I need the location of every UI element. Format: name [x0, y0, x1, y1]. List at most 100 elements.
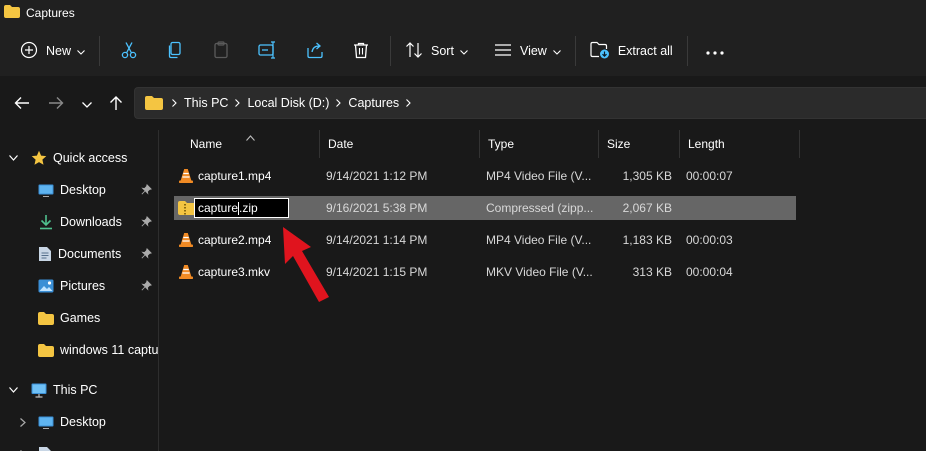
chevron-down-icon — [9, 155, 18, 161]
breadcrumb-local-disk[interactable]: Local Disk (D:) — [247, 96, 329, 110]
new-label: New — [46, 44, 72, 58]
sidebar-item-desktop[interactable]: Desktop — [0, 178, 159, 202]
sidebar-item-windows-11-captures[interactable]: windows 11 captu — [0, 338, 159, 362]
chevron-down-icon — [82, 97, 92, 111]
vlc-icon — [178, 164, 194, 188]
cut-button[interactable] — [106, 33, 152, 69]
file-date: 9/16/2021 5:38 PM — [326, 201, 428, 215]
file-type: MKV Video File (V... — [486, 265, 593, 279]
extract-folder-icon — [590, 41, 610, 62]
sidebar-item-this-pc-desktop[interactable]: Desktop — [0, 410, 159, 434]
chevron-right-icon — [336, 99, 342, 107]
share-icon — [306, 41, 324, 62]
desktop-icon — [38, 184, 54, 197]
copy-icon — [166, 41, 184, 62]
vlc-icon — [178, 260, 194, 284]
file-name: capture1.mp4 — [198, 169, 272, 183]
desktop-icon — [38, 416, 54, 429]
view-lines-icon — [494, 43, 512, 60]
sort-label: Sort — [431, 44, 454, 58]
sidebar-item-partial[interactable] — [0, 442, 159, 451]
column-header-type[interactable]: Type — [480, 130, 599, 158]
file-type: MP4 Video File (V... — [486, 169, 592, 183]
plus-circle-icon — [20, 41, 38, 62]
share-button[interactable] — [292, 33, 338, 69]
folder-icon — [4, 5, 20, 21]
sidebar-item-label: Desktop — [60, 415, 106, 429]
view-button[interactable]: View — [486, 33, 569, 69]
arrow-right-icon — [48, 96, 64, 113]
sort-ascending-icon — [246, 130, 255, 144]
delete-button[interactable] — [338, 33, 384, 69]
star-icon — [31, 150, 47, 166]
address-bar[interactable]: This PC Local Disk (D:) Captures — [134, 87, 926, 119]
file-size: 313 KB — [632, 265, 672, 279]
address-row: This PC Local Disk (D:) Captures — [0, 76, 926, 130]
back-button[interactable] — [12, 94, 32, 114]
window-title: Captures — [26, 6, 75, 20]
sidebar-item-label: This PC — [53, 383, 98, 397]
sidebar-item-games[interactable]: Games — [0, 306, 159, 330]
toolbar-divider — [390, 36, 392, 66]
arrow-up-icon — [109, 95, 123, 114]
sidebar-item-downloads[interactable]: Downloads — [0, 210, 159, 234]
file-row-capture2[interactable]: capture2.mp4 9/14/2021 1:14 PM MP4 Video… — [174, 228, 796, 252]
sidebar-item-pictures[interactable]: Pictures — [0, 274, 159, 298]
paste-icon — [212, 40, 230, 62]
chevron-right-icon — [172, 99, 177, 107]
sidebar-item-documents[interactable]: Documents — [0, 242, 159, 266]
new-button[interactable]: New — [12, 33, 93, 69]
chevron-down-icon — [9, 387, 18, 393]
recent-locations-button[interactable] — [77, 94, 97, 114]
breadcrumb-captures[interactable]: Captures — [348, 96, 399, 110]
file-row-capture1[interactable]: capture1.mp4 9/14/2021 1:12 PM MP4 Video… — [174, 164, 796, 188]
toolbar-divider — [99, 36, 101, 66]
file-name: capture3.mkv — [198, 265, 271, 279]
sidebar-item-quick-access[interactable]: Quick access — [0, 146, 159, 170]
chevron-down-icon — [77, 44, 85, 58]
documents-icon — [38, 246, 52, 262]
file-date: 9/14/2021 1:12 PM — [326, 169, 428, 183]
sidebar-item-label: Downloads — [60, 215, 122, 229]
toolbar-divider — [686, 36, 688, 66]
download-icon — [38, 214, 54, 230]
breadcrumb-this-pc[interactable]: This PC — [184, 96, 228, 110]
file-date: 9/14/2021 1:14 PM — [326, 233, 428, 247]
chevron-right-icon — [20, 417, 26, 427]
file-type: MP4 Video File (V... — [486, 233, 592, 247]
file-size: 1,305 KB — [622, 169, 672, 183]
sort-icon — [405, 41, 423, 61]
sidebar-item-this-pc[interactable]: This PC — [0, 378, 159, 402]
sidebar-item-label: Documents — [58, 247, 122, 261]
sidebar-item-label: windows 11 captu — [60, 343, 159, 357]
documents-icon — [38, 446, 52, 451]
pictures-icon — [38, 279, 54, 293]
file-row-capture-zip[interactable]: capture .zip 9/16/2021 5:38 PM Compressed… — [174, 196, 796, 220]
paste-button[interactable] — [198, 33, 244, 69]
arrow-left-icon — [14, 96, 30, 113]
file-type: Compressed (zipp... — [486, 201, 594, 215]
rename-button[interactable] — [244, 33, 292, 69]
file-row-capture3[interactable]: capture3.mkv 9/14/2021 1:15 PM MKV Video… — [174, 260, 796, 284]
column-header-row: Name Date Type Size Length — [160, 130, 926, 160]
column-header-size[interactable]: Size — [599, 130, 680, 158]
scissors-icon — [120, 41, 138, 62]
file-length: 00:00:04 — [686, 265, 733, 279]
folder-icon — [38, 311, 54, 325]
file-date: 9/14/2021 1:15 PM — [326, 265, 428, 279]
sidebar-item-label: Games — [60, 311, 101, 325]
sort-button[interactable]: Sort — [397, 33, 476, 69]
annotation-arrow-icon — [275, 225, 335, 308]
more-options-button[interactable] — [694, 33, 736, 69]
file-length: 00:00:03 — [686, 233, 733, 247]
copy-button[interactable] — [152, 33, 198, 69]
file-size: 1,183 KB — [622, 233, 672, 247]
extract-all-button[interactable]: Extract all — [582, 33, 681, 69]
forward-button[interactable] — [46, 94, 66, 114]
rename-icon — [258, 40, 278, 62]
rename-input[interactable]: capture .zip — [194, 198, 289, 218]
up-button[interactable] — [106, 94, 126, 114]
column-header-date[interactable]: Date — [320, 130, 480, 158]
chevron-right-icon — [235, 99, 241, 107]
column-header-length[interactable]: Length — [680, 130, 800, 158]
